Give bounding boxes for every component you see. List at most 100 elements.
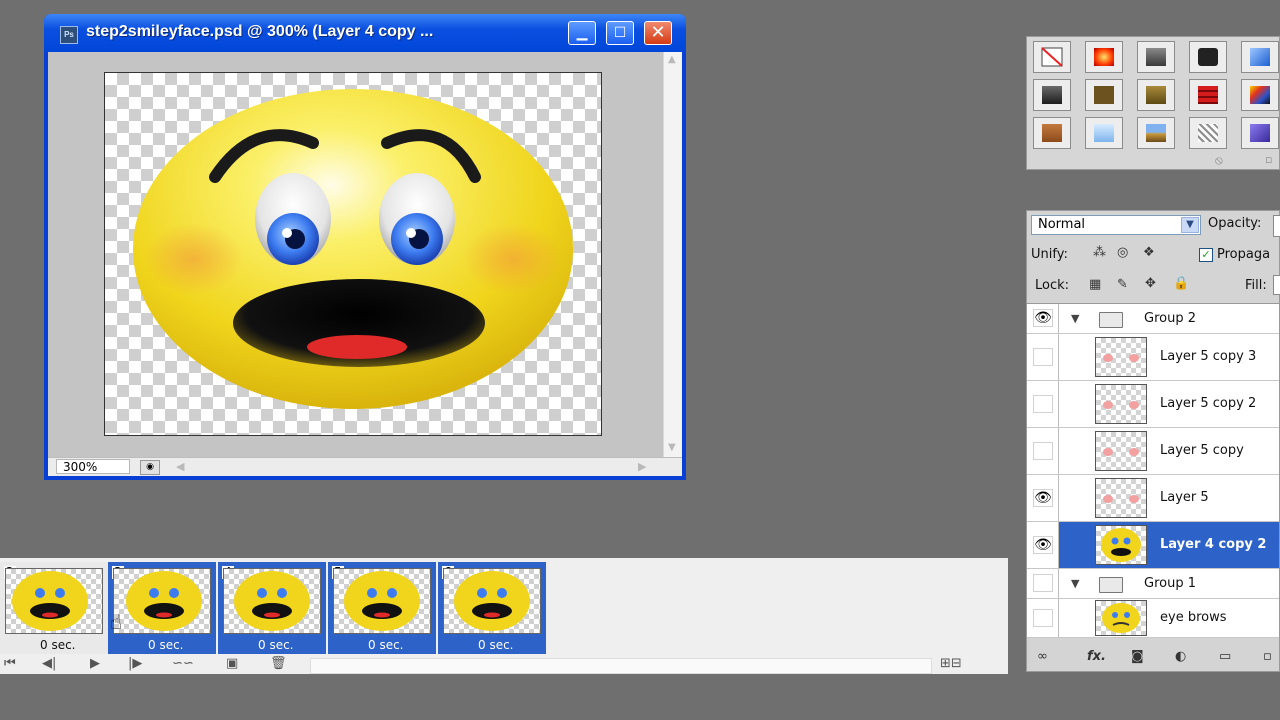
layer-row-layer-5-copy[interactable]: Layer 5 copy — [1027, 428, 1279, 475]
frame-thumbnail — [223, 568, 321, 634]
duplicate-frame-icon[interactable]: ▣ — [226, 656, 238, 671]
zoom-level-field[interactable]: 300% — [56, 459, 130, 474]
minimize-button[interactable]: ▁ — [568, 21, 596, 45]
adjustment-layer-icon[interactable]: ◐ — [1175, 649, 1186, 664]
expand-triangle-icon[interactable]: ▼ — [1071, 577, 1079, 590]
vertical-scrollbar[interactable]: ▲ ▼ — [663, 52, 682, 458]
unify-visibility-icon[interactable]: ◎ — [1117, 245, 1128, 260]
status-info-icon[interactable]: ◉ — [140, 460, 160, 475]
frame-delay[interactable]: 0 sec. — [258, 638, 294, 652]
style-swatch-silver-pattern[interactable] — [1189, 117, 1227, 149]
layer-name: Group 1 — [1144, 576, 1196, 591]
style-swatch-camera[interactable] — [1189, 41, 1227, 73]
layer-thumbnail — [1095, 384, 1147, 424]
frame-delay[interactable]: 0 sec. — [40, 638, 76, 652]
expand-triangle-icon[interactable]: ▼ — [1071, 312, 1079, 325]
scroll-right-icon[interactable]: ▶ — [638, 460, 646, 473]
propagate-checkbox[interactable]: ✓ — [1199, 248, 1213, 262]
frame-thumbnail — [443, 568, 541, 634]
maximize-button[interactable]: ☐ — [606, 21, 634, 45]
animation-frame-5[interactable]: 5 0 sec. — [328, 562, 436, 654]
play-icon[interactable]: ▶ — [90, 656, 100, 671]
styles-panel: ⦸ ▫ — [1026, 36, 1280, 170]
image-canvas[interactable] — [104, 72, 602, 436]
style-swatch-dark-texture[interactable] — [1033, 79, 1071, 111]
add-mask-icon[interactable]: ◙ — [1131, 649, 1144, 664]
layer-row-eye-brows[interactable]: eye brows — [1027, 599, 1279, 638]
layer-row-layer-4-copy-2[interactable]: 👁 Layer 4 copy 2 — [1027, 522, 1279, 569]
unify-style-icon[interactable]: ❖ — [1143, 245, 1155, 260]
opacity-input[interactable] — [1273, 215, 1280, 237]
style-swatch-dark-gray[interactable] — [1137, 41, 1175, 73]
frame-thumbnail — [333, 568, 431, 634]
document-titlebar[interactable]: Ps step2smileyface.psd @ 300% (Layer 4 c… — [44, 14, 686, 52]
visibility-toggle[interactable] — [1033, 442, 1053, 460]
unify-position-icon[interactable]: ⁂ — [1093, 245, 1106, 260]
lock-transparency-icon[interactable]: ▦ — [1089, 277, 1101, 292]
style-swatch-red-glow[interactable] — [1085, 41, 1123, 73]
previous-frame-icon[interactable]: ◀| — [42, 656, 56, 671]
fx-icon[interactable]: fx. — [1087, 649, 1106, 664]
layer-row-group-2[interactable]: 👁 ▼ Group 2 — [1027, 304, 1279, 334]
next-frame-icon[interactable]: |▶ — [128, 656, 142, 671]
opacity-label: Opacity: — [1208, 216, 1262, 231]
lock-all-icon[interactable]: 🔒 — [1173, 276, 1189, 291]
style-swatch-none[interactable] — [1033, 41, 1071, 73]
close-button[interactable]: ✕ — [644, 21, 672, 45]
frame-thumbnail — [5, 568, 103, 634]
new-group-icon[interactable]: ▭ — [1219, 649, 1231, 664]
delete-style-icon[interactable]: ⦸ — [1215, 153, 1223, 168]
document-window[interactable]: Ps step2smileyface.psd @ 300% (Layer 4 c… — [44, 14, 686, 480]
lock-pixels-icon[interactable]: ✎ — [1117, 277, 1128, 292]
visibility-eye-icon[interactable]: 👁 — [1033, 489, 1053, 507]
style-swatch-purple[interactable] — [1241, 117, 1279, 149]
link-layers-icon[interactable]: ∞ — [1037, 649, 1048, 664]
timeline-toggle-icon[interactable]: ⊞⊟ — [940, 656, 962, 671]
style-swatch-blue-gloss[interactable] — [1241, 41, 1279, 73]
style-swatch-light-blue[interactable] — [1085, 117, 1123, 149]
frames-horizontal-scrollbar[interactable] — [310, 658, 932, 674]
layers-panel-footer: ∞ fx. ◙ ◐ ▭ ▫ — [1027, 645, 1279, 671]
delete-frame-icon[interactable]: 🗑 — [270, 656, 287, 671]
frame-delay[interactable]: 0 sec. — [478, 638, 514, 652]
blend-mode-select[interactable]: Normal ▼ — [1031, 215, 1201, 235]
style-swatch-brown[interactable] — [1085, 79, 1123, 111]
animation-frame-4[interactable]: 4 0 sec. — [218, 562, 326, 654]
visibility-toggle[interactable] — [1033, 574, 1053, 592]
layer-name: Layer 4 copy 2 — [1160, 537, 1267, 552]
layer-row-layer-5-copy-3[interactable]: Layer 5 copy 3 — [1027, 334, 1279, 381]
animation-frame-3[interactable]: 3 0 sec. — [108, 562, 216, 654]
new-layer-icon[interactable]: ▫ — [1263, 649, 1272, 664]
visibility-eye-icon[interactable]: 👁 — [1033, 536, 1053, 554]
layer-row-group-1[interactable]: ▼ Group 1 — [1027, 569, 1279, 599]
style-swatch-sky[interactable] — [1137, 117, 1175, 149]
tween-icon[interactable]: ∽∽ — [172, 656, 194, 671]
hand-cursor-icon: ☝ — [110, 610, 123, 634]
unify-label: Unify: — [1031, 247, 1068, 262]
visibility-toggle[interactable] — [1033, 395, 1053, 413]
visibility-eye-icon[interactable]: 👁 — [1033, 309, 1053, 327]
fill-input[interactable] — [1273, 275, 1280, 295]
frame-delay[interactable]: 0 sec. — [148, 638, 184, 652]
layer-thumbnail — [1095, 478, 1147, 518]
style-swatch-gold-brown[interactable] — [1137, 79, 1175, 111]
style-swatch-rainbow[interactable] — [1241, 79, 1279, 111]
first-frame-icon[interactable]: ⏮ — [4, 656, 16, 671]
visibility-toggle[interactable] — [1033, 348, 1053, 366]
lock-position-icon[interactable]: ✥ — [1145, 276, 1156, 291]
style-swatch-wood[interactable] — [1033, 117, 1071, 149]
chevron-down-icon[interactable]: ▼ — [1181, 217, 1199, 233]
layer-thumbnail — [1095, 525, 1147, 565]
animation-frame-2[interactable]: 2 0 sec. — [0, 562, 108, 654]
animation-frame-6[interactable]: 6 0 sec. — [438, 562, 546, 654]
new-style-icon[interactable]: ▫ — [1265, 153, 1272, 166]
frame-delay[interactable]: 0 sec. — [368, 638, 404, 652]
visibility-toggle[interactable] — [1033, 609, 1053, 627]
layer-row-layer-5-copy-2[interactable]: Layer 5 copy 2 — [1027, 381, 1279, 428]
scroll-left-icon[interactable]: ◀ — [176, 460, 184, 473]
layer-row-layer-5[interactable]: 👁 Layer 5 — [1027, 475, 1279, 522]
layer-name: eye brows — [1160, 610, 1227, 625]
scroll-down-icon[interactable]: ▼ — [668, 442, 676, 453]
scroll-up-icon[interactable]: ▲ — [668, 54, 676, 65]
style-swatch-red-stripes[interactable] — [1189, 79, 1227, 111]
